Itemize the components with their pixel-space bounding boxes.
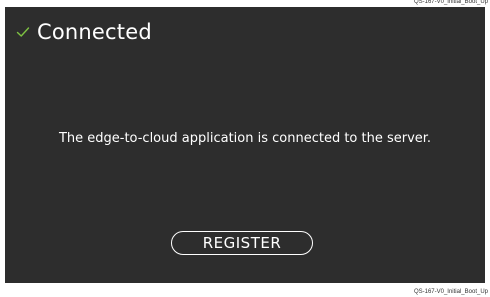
page-title: Connected: [37, 20, 152, 44]
register-button[interactable]: REGISTER: [171, 231, 313, 255]
device-screen: Connected The edge-to-cloud application …: [5, 7, 485, 283]
figure-caption: QS-167-V0_Initial_Boot_Up: [413, 289, 488, 295]
status-header: Connected: [15, 20, 152, 44]
status-message: The edge-to-cloud application is connect…: [58, 131, 432, 146]
figure-caption-top: QS-167-V0_Initial_Boot_Up: [413, 0, 488, 5]
check-icon: [15, 24, 31, 40]
